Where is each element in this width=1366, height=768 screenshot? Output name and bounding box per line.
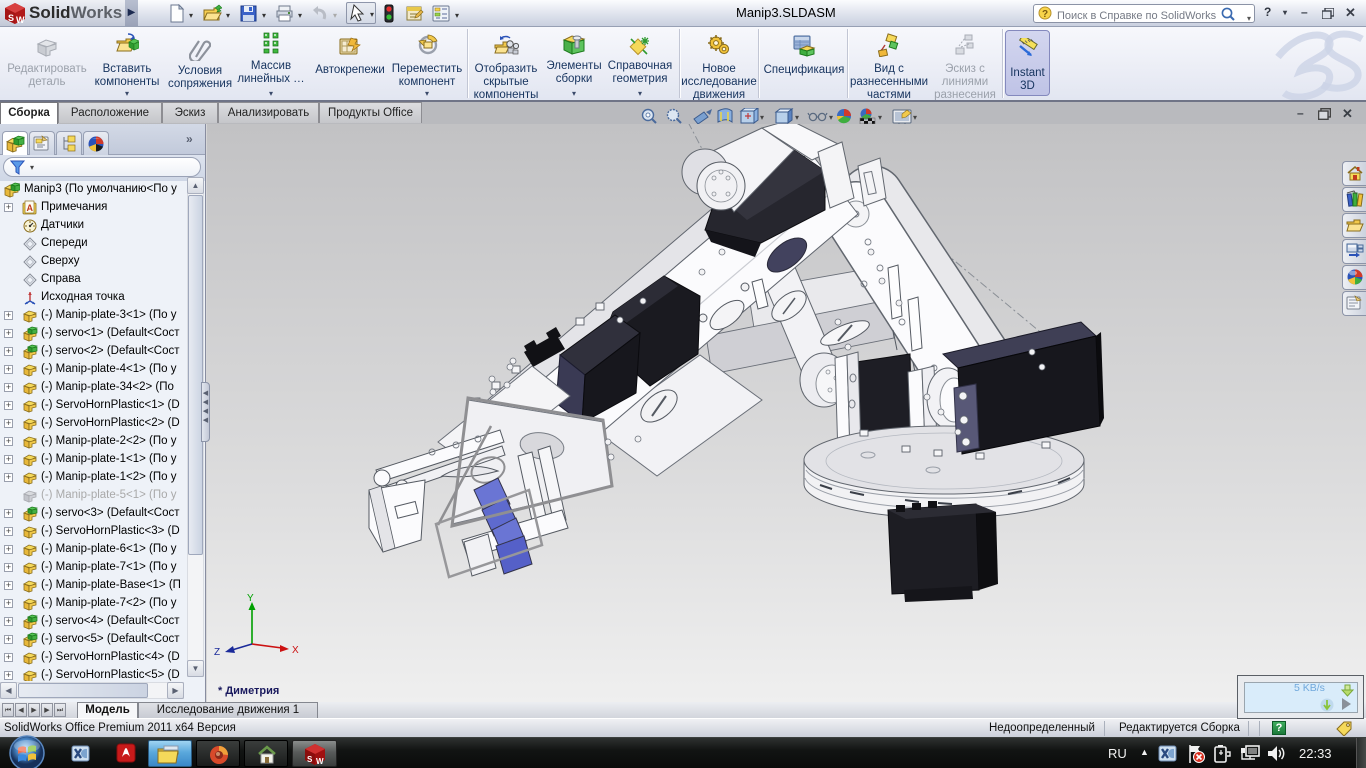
svg-text:▾: ▾: [795, 113, 799, 122]
svg-text:Y: Y: [247, 594, 254, 604]
svg-text:W: W: [316, 757, 324, 766]
svg-text:?: ?: [1042, 9, 1048, 20]
svg-text:Z: Z: [214, 647, 220, 658]
svg-text:S: S: [307, 755, 313, 764]
svg-text:S: S: [8, 13, 14, 23]
svg-text:▾: ▾: [829, 113, 833, 122]
svg-text:▾: ▾: [760, 113, 764, 122]
svg-text:X: X: [292, 645, 299, 656]
svg-text:W: W: [16, 15, 25, 25]
svg-text:▾: ▾: [913, 113, 917, 122]
svg-text:▾: ▾: [878, 113, 882, 122]
